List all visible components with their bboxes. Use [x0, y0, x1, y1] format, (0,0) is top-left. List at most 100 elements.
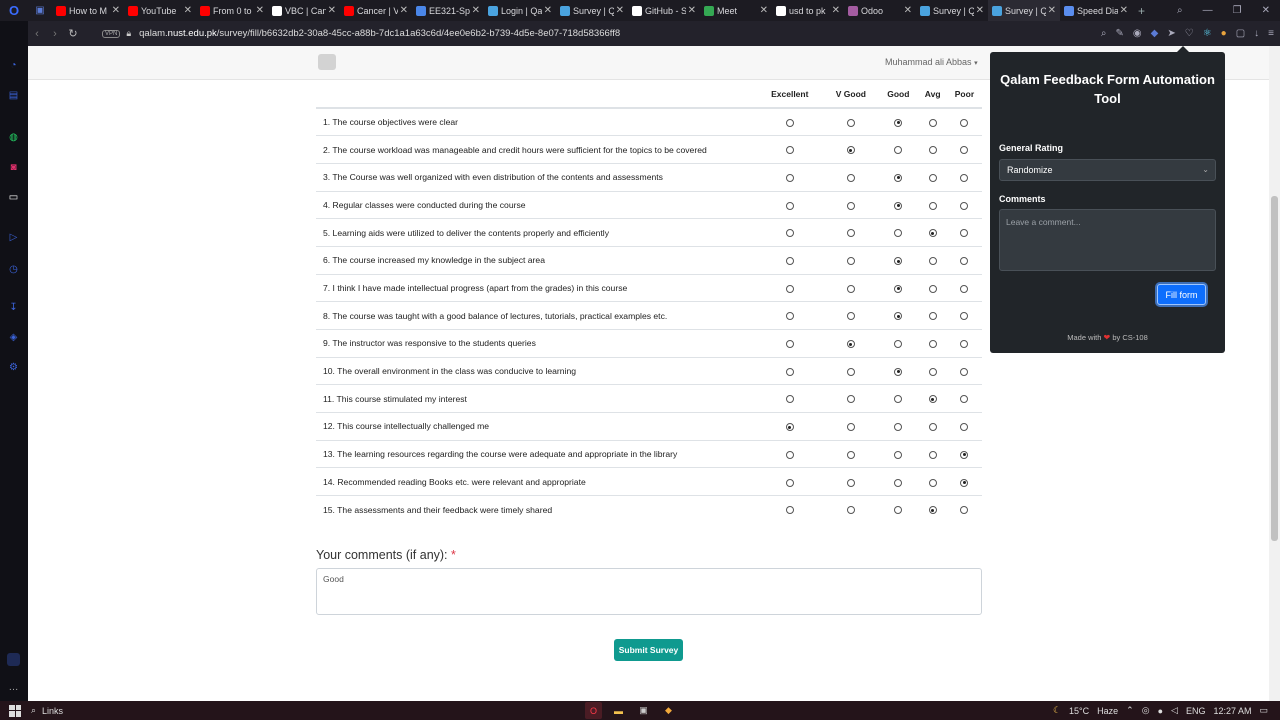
- user-menu[interactable]: Muhammad ali Abbas ▾: [885, 57, 978, 67]
- rating-radio[interactable]: [894, 312, 903, 321]
- microphone-icon[interactable]: ●: [1158, 706, 1163, 716]
- browser-tab[interactable]: Speed Dia ✕: [1060, 0, 1132, 21]
- rating-radio[interactable]: [785, 367, 794, 376]
- weather-desc[interactable]: Haze: [1097, 706, 1118, 716]
- rating-radio[interactable]: [928, 450, 937, 459]
- fill-form-button[interactable]: Fill form: [1157, 284, 1206, 305]
- rating-radio[interactable]: [894, 450, 903, 459]
- rating-radio[interactable]: [894, 284, 903, 293]
- rating-radio[interactable]: [928, 478, 937, 487]
- search-icon[interactable]: ⌕: [1101, 28, 1107, 39]
- extension-icon[interactable]: ●: [1221, 28, 1227, 39]
- browser-tab[interactable]: Survey | Q ✕: [556, 0, 628, 21]
- browser-tab[interactable]: EE321-Sp ✕: [412, 0, 484, 21]
- discord-icon[interactable]: ▭: [7, 191, 20, 204]
- minimize-icon[interactable]: —: [1203, 5, 1213, 16]
- rating-radio[interactable]: [785, 312, 794, 321]
- chevron-up-icon[interactable]: ⌃: [1126, 705, 1134, 716]
- rating-radio[interactable]: [785, 506, 794, 515]
- search-tabs-icon[interactable]: ⌕: [1177, 5, 1183, 16]
- rating-radio[interactable]: [894, 340, 903, 349]
- rating-radio[interactable]: [846, 450, 855, 459]
- browser-tab[interactable]: Survey | Q ✕: [916, 0, 988, 21]
- rating-radio[interactable]: [928, 201, 937, 210]
- back-icon[interactable]: ‹: [28, 28, 46, 40]
- browser-tab[interactable]: usd to pk ✕: [772, 0, 844, 21]
- downloads-icon[interactable]: ↧: [7, 301, 20, 314]
- rating-radio[interactable]: [785, 229, 794, 238]
- rating-radio[interactable]: [960, 395, 969, 404]
- browser-tab[interactable]: Survey | Q ✕: [988, 0, 1060, 21]
- close-tab-icon[interactable]: ✕: [472, 5, 480, 16]
- rating-radio[interactable]: [846, 506, 855, 515]
- rating-radio[interactable]: [894, 478, 903, 487]
- close-tab-icon[interactable]: ✕: [1120, 5, 1128, 16]
- rating-radio[interactable]: [960, 367, 969, 376]
- submit-survey-button[interactable]: Submit Survey: [614, 639, 683, 661]
- more-icon[interactable]: …: [7, 681, 20, 694]
- workspaces-icon[interactable]: ▣: [28, 5, 52, 16]
- rating-radio[interactable]: [894, 367, 903, 376]
- network-icon[interactable]: ◎: [1142, 705, 1150, 716]
- rating-radio[interactable]: [785, 423, 794, 432]
- instagram-icon[interactable]: ◙: [7, 161, 20, 174]
- rating-radio[interactable]: [785, 118, 794, 127]
- close-tab-icon[interactable]: ✕: [328, 5, 336, 16]
- cube-icon[interactable]: ▢: [1236, 28, 1245, 39]
- reload-icon[interactable]: ↻: [64, 27, 82, 40]
- rating-radio[interactable]: [894, 506, 903, 515]
- rating-radio[interactable]: [960, 312, 969, 321]
- bag-icon[interactable]: ▤: [7, 89, 20, 102]
- speed-dial-icon[interactable]: ◔: [7, 59, 20, 72]
- snapshot-icon[interactable]: ◉: [1133, 28, 1142, 39]
- close-tab-icon[interactable]: ✕: [976, 5, 984, 16]
- history-icon[interactable]: ◷: [7, 263, 20, 276]
- rating-radio[interactable]: [894, 229, 903, 238]
- rating-radio[interactable]: [960, 146, 969, 155]
- close-tab-icon[interactable]: ✕: [256, 5, 264, 16]
- rating-radio[interactable]: [960, 118, 969, 127]
- rating-radio[interactable]: [846, 312, 855, 321]
- rating-radio[interactable]: [960, 450, 969, 459]
- close-tab-icon[interactable]: ✕: [904, 5, 912, 16]
- browser-tab[interactable]: Login | Qa ✕: [484, 0, 556, 21]
- player-icon[interactable]: ▷: [7, 231, 20, 244]
- rating-radio[interactable]: [846, 173, 855, 182]
- terminal-icon[interactable]: ▣: [635, 702, 652, 719]
- scrollbar-thumb[interactable]: [1271, 196, 1278, 541]
- notification-icon[interactable]: ▭: [1259, 705, 1268, 716]
- sidebar-square-icon[interactable]: [7, 653, 20, 666]
- rating-radio[interactable]: [846, 340, 855, 349]
- download-icon[interactable]: ↓: [1254, 28, 1259, 39]
- rating-radio[interactable]: [894, 146, 903, 155]
- rating-radio[interactable]: [928, 312, 937, 321]
- rating-radio[interactable]: [928, 395, 937, 404]
- rating-radio[interactable]: [846, 229, 855, 238]
- heart-icon[interactable]: ♡: [1185, 28, 1194, 39]
- rating-radio[interactable]: [846, 118, 855, 127]
- popup-comment-textarea[interactable]: Leave a comment...: [999, 209, 1216, 271]
- rating-radio[interactable]: [928, 423, 937, 432]
- whatsapp-icon[interactable]: ◍: [7, 131, 20, 144]
- rating-radio[interactable]: [960, 173, 969, 182]
- url-field[interactable]: qalam.nust.edu.pk/survey/fill/b6632db2-3…: [139, 28, 620, 39]
- rating-radio[interactable]: [928, 257, 937, 266]
- rating-radio[interactable]: [894, 173, 903, 182]
- clock-time[interactable]: 12:27 AM: [1213, 706, 1251, 716]
- general-rating-select[interactable]: Randomize ⌄: [999, 159, 1216, 181]
- rating-radio[interactable]: [960, 340, 969, 349]
- rating-radio[interactable]: [928, 118, 937, 127]
- browser-tab[interactable]: Odoo ✕: [844, 0, 916, 21]
- close-tab-icon[interactable]: ✕: [616, 5, 624, 16]
- settings-icon[interactable]: ⚙: [7, 361, 20, 374]
- close-tab-icon[interactable]: ✕: [760, 5, 768, 16]
- rating-radio[interactable]: [785, 201, 794, 210]
- rating-radio[interactable]: [894, 423, 903, 432]
- rating-radio[interactable]: [960, 257, 969, 266]
- rating-radio[interactable]: [928, 284, 937, 293]
- rating-radio[interactable]: [785, 395, 794, 404]
- opera-logo-icon[interactable]: O: [0, 0, 28, 21]
- speaker-icon[interactable]: ◁: [1171, 705, 1178, 716]
- rating-radio[interactable]: [928, 229, 937, 238]
- close-tab-icon[interactable]: ✕: [544, 5, 552, 16]
